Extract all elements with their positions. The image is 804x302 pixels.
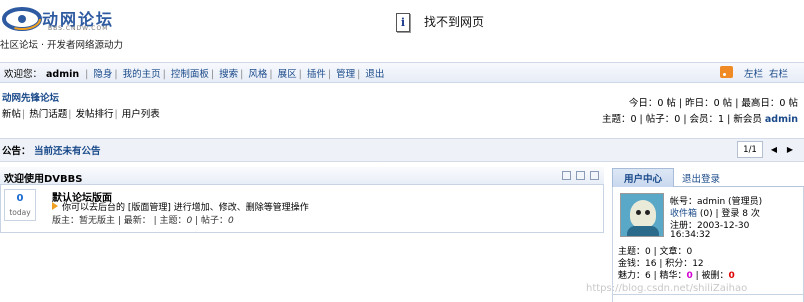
forum-name-link[interactable]: 动网先锋论坛 [2,90,59,104]
user-center-footer [612,294,804,302]
layout-left-link[interactable]: 左栏 [744,69,763,80]
charm-text: 魅力：6 | 精华： [618,271,687,281]
next-announcement-button[interactable]: ▶ [783,141,797,158]
layout-switch: 左栏 右栏 [744,66,788,80]
board-post-count: 0 [228,216,234,226]
toolbar-item-stealth[interactable]: 隐身 [93,69,112,80]
toolbar-item-style[interactable]: 风格 [248,69,267,80]
watermark: https://blog.csdn.net/shiliZaihao [586,283,748,294]
deleted-label: | 被删： [692,271,729,281]
arrow-right-icon [52,202,58,210]
today-count: 0 [16,193,24,204]
layout-right-link[interactable]: 右栏 [769,69,788,80]
collapse-icon[interactable] [562,171,571,180]
link-user-list[interactable]: 用户列表 [122,109,160,120]
toolbar-item-showcase[interactable]: 展区 [278,69,297,80]
logo-swoosh-icon [2,7,42,31]
board-meta: 版主：暂无版主 | 最新： | 主题：0 | 帖子：0 [52,213,234,226]
prev-announcement-button[interactable]: ◀ [767,141,781,158]
board-panel-title: 欢迎使用DVBBS [4,174,83,185]
toolbar-item-search[interactable]: 搜索 [219,69,238,80]
cut-off-text-line [394,42,634,46]
member-stats: 主题：0 | 帖子：0 | 会员：1 | 新会员 admin [602,111,798,125]
avatar [620,193,664,237]
toolbar-item-manage[interactable]: 管理 [336,69,355,80]
forum-quick-links: 新帖| 热门话题| 发帖排行| 用户列表 [2,109,160,120]
board-panel-header [0,167,604,185]
deleted-count: 0 [728,271,735,281]
site-slogan: 社区论坛 · 开发者网络源动力 [0,40,124,51]
board-meta-text: 版主：暂无版主 | 最新： | 主题： [52,216,187,226]
tab-user-center[interactable]: 用户中心 [612,168,674,187]
member-stats-text: 主题：0 | 帖子：0 | 会员：1 | 新会员 [601,114,762,125]
announcement-text[interactable]: 当前还未有公告 [34,143,101,157]
toolbar-item-control-panel[interactable]: 控制面板 [171,69,209,80]
link-hot-topics[interactable]: 热门话题 [29,109,67,120]
toolbar-item-plugins[interactable]: 插件 [307,69,326,80]
newest-member-link[interactable]: admin [765,114,798,125]
info-icon: i [396,13,410,32]
announcement-pager: 1/1 [737,141,763,158]
post-stats: 今日：0 帖 | 昨日：0 帖 | 最高日：0 帖 [628,98,798,109]
tab-logout[interactable]: 退出登录 [682,168,720,187]
link-post-ranking[interactable]: 发帖排行 [76,109,114,120]
expand-icon[interactable] [576,171,585,180]
welcome-label: 欢迎您： [4,69,43,80]
user-charm-stats: 魅力：6 | 精华：0 | 被删：0 [618,268,735,281]
toolbar-item-homepage[interactable]: 我的主页 [123,69,161,80]
rss-icon[interactable] [720,66,733,78]
board-posts-label: | 帖子： [192,216,229,226]
current-username: admin [46,69,80,80]
link-new-posts[interactable]: 新帖 [2,109,21,120]
announcement-label: 公告： [2,146,31,157]
announcement-bar [0,138,804,162]
toolbar-links: 欢迎您： admin | 隐身 | 我的主页 | 控制面板 | 搜索 | 风格 | 展区 | 插… [4,69,385,80]
register-time: 16:34:32 [670,230,711,240]
board-description: 你可以去后台的 [版面管理] 进行增加、修改、删除等管理操作 [62,203,309,213]
close-icon[interactable] [590,171,599,180]
page-not-found-text: 找不到网页 [424,15,485,29]
logo-subtitle: BBS.CNDW.COM [48,25,109,32]
today-label: today [9,208,31,217]
toolbar-item-logout[interactable]: 退出 [365,69,384,80]
